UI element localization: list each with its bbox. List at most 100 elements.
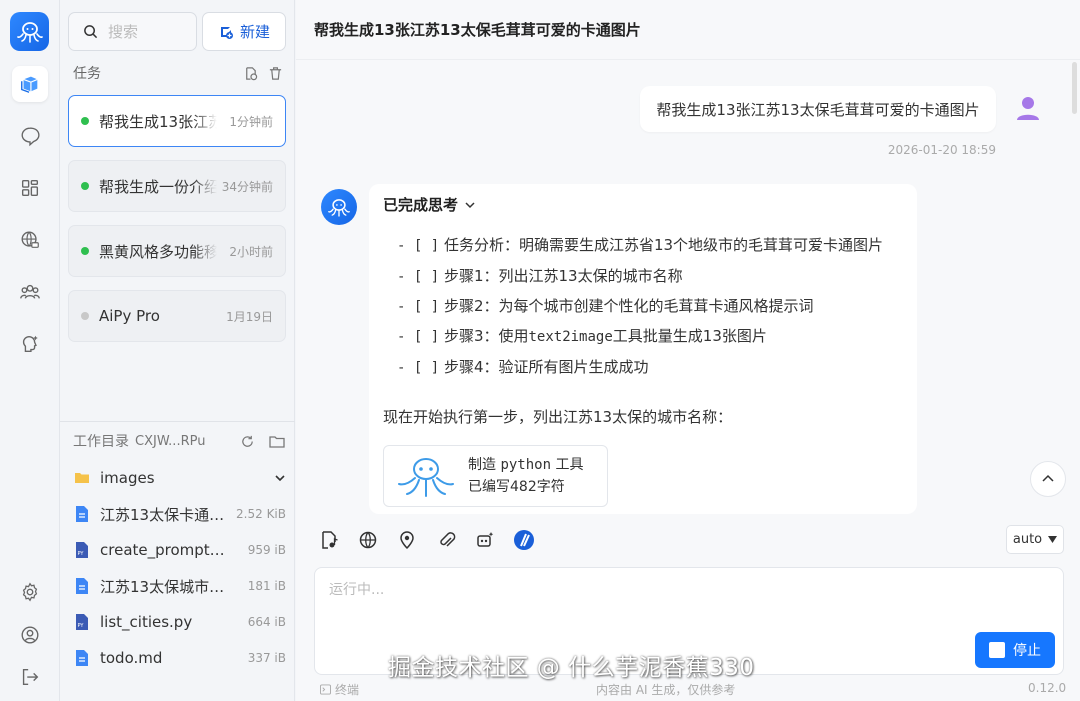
rail-chat-button[interactable]	[12, 118, 48, 154]
model-value: auto	[1012, 532, 1043, 547]
task-item[interactable]: 帮我生成一份介绍 34分钟前	[68, 160, 286, 212]
rail-browser-button[interactable]	[12, 222, 48, 258]
todo-item: - [ ] 任务分析：明确需要生成江苏省13个地级市的毛茸茸可爱卡通图片	[397, 234, 883, 255]
terminal-icon	[320, 684, 331, 695]
task-time: 2小时前	[229, 244, 273, 259]
file-item[interactable]: PY create_prompts.py 959 iB	[74, 538, 286, 562]
tool-line-suffix: 工具	[555, 457, 584, 473]
account-button[interactable]	[18, 623, 42, 647]
tool-card[interactable]: 制造 python 工具 已编写482字符	[383, 445, 608, 507]
status-dot	[81, 247, 89, 255]
file-name: create_prompts.py	[100, 541, 230, 559]
search-placeholder: 搜索	[108, 23, 139, 41]
search-input[interactable]: 搜索	[68, 12, 197, 51]
task-import-icon[interactable]	[243, 66, 258, 81]
chat-bubble-icon	[21, 127, 40, 147]
assistant-message: 已完成思考 - [ ] 任务分析：明确需要生成江苏省13个地级市的毛茸茸可爱卡通…	[369, 184, 917, 514]
ai-tools-button[interactable]	[474, 529, 496, 551]
cube-stack-icon	[21, 76, 38, 93]
stop-icon	[989, 642, 1005, 658]
file-item[interactable]: 江苏13太保城市列表.md 181 iB	[74, 574, 286, 598]
svg-text:PY: PY	[78, 623, 85, 629]
workdir-label: 工作目录	[73, 434, 129, 450]
settings-button[interactable]	[18, 580, 42, 604]
globe-icon	[359, 531, 377, 549]
file-size: 664 iB	[247, 615, 286, 629]
folder-icon	[75, 473, 89, 483]
logout-button[interactable]	[18, 665, 42, 689]
task-name: AiPy Pro	[99, 307, 160, 325]
workdir-divider	[60, 421, 295, 422]
terminal-toggle[interactable]: 终端	[320, 681, 359, 698]
terminal-label: 终端	[335, 683, 360, 697]
todo-checkbox: - [ ]	[397, 299, 440, 315]
brand-slash-icon	[514, 530, 534, 550]
file-size: 959 iB	[247, 543, 286, 557]
todo-item: - [ ] 步骤2：为每个城市创建个性化的毛茸茸卡通风格提示词	[397, 295, 813, 316]
todo-code: text2image	[528, 329, 613, 345]
chat-main: 帮我生成13张江苏13太保毛茸茸可爱的卡通图片 帮我生成13张江苏13太保毛茸茸…	[296, 0, 1080, 701]
thinking-label: 已完成思考	[383, 196, 459, 214]
app-logo[interactable]	[10, 12, 49, 51]
todo-text: 工具批量生成13张图片	[612, 327, 767, 345]
model-select[interactable]: auto	[1006, 525, 1064, 554]
task-name: 黑黄风格多功能移动	[99, 242, 217, 261]
map-pin-icon	[400, 531, 414, 550]
rail-apps-button[interactable]	[12, 170, 48, 206]
logout-icon	[22, 668, 39, 686]
search-icon	[84, 25, 98, 39]
new-chat-icon	[220, 26, 233, 39]
gear-icon	[22, 582, 38, 602]
python-file-icon: PY	[76, 542, 88, 558]
thinking-toggle[interactable]: 已完成思考	[383, 194, 476, 215]
user-message: 帮我生成13张江苏13太保毛茸茸可爱的卡通图片	[640, 86, 996, 132]
rail-tasks-button[interactable]	[12, 66, 48, 102]
task-item[interactable]: 黑黄风格多功能移动 2小时前	[68, 225, 286, 277]
todo-text: 任务分析：明确需要生成江苏省13个地级市的毛茸茸可爱卡通图片	[443, 236, 884, 254]
chat-title: 帮我生成13张江苏13太保毛茸茸可爱的卡通图片	[296, 0, 1080, 60]
status-dot	[81, 312, 89, 320]
watermark: 掘金技术社区 @ 什么芋泥香蕉330	[388, 655, 755, 681]
folder-open-icon[interactable]	[269, 434, 285, 449]
new-task-button[interactable]: 新建	[202, 12, 286, 51]
task-time: 34分钟前	[221, 179, 273, 194]
new-task-label: 新建	[239, 23, 270, 41]
group-users-icon	[20, 284, 40, 299]
rail-team-button[interactable]	[12, 274, 48, 310]
stop-label: 停止	[1013, 643, 1041, 659]
task-time: 1分钟前	[229, 114, 273, 129]
tool-line-prefix: 制造	[468, 457, 496, 473]
file-size: 2.52 KiB	[236, 507, 286, 521]
chevron-up-icon	[1042, 474, 1054, 482]
tasks-header: 任务	[73, 62, 283, 84]
web-search-button[interactable]	[357, 529, 379, 551]
brand-tool-button[interactable]	[513, 529, 535, 551]
message-timestamp: 2026-01-20 18:59	[887, 143, 996, 157]
file-music-button[interactable]	[318, 529, 340, 551]
refresh-icon[interactable]	[240, 434, 255, 449]
file-item[interactable]: todo.md 337 iB	[74, 646, 286, 670]
file-item[interactable]: PY list_cities.py 664 iB	[74, 610, 286, 634]
scrollbar[interactable]	[1072, 62, 1077, 114]
status-dot	[81, 117, 89, 125]
todo-text: 步骤2：为每个城市创建个性化的毛茸茸卡通风格提示词	[443, 297, 814, 315]
task-item[interactable]: 帮我生成13张江苏13太保毛茸茸可爱的卡通图片 1分钟前	[68, 95, 286, 147]
task-item[interactable]: AiPy Pro 1月19日	[68, 290, 286, 342]
file-item[interactable]: 江苏13太保卡通图片生成说明.md 2.52 KiB	[74, 502, 286, 526]
file-name: list_cities.py	[100, 613, 193, 631]
svg-text:PY: PY	[78, 551, 85, 557]
file-name: images	[100, 469, 155, 487]
todo-checkbox: - [ ]	[397, 269, 440, 285]
location-button[interactable]	[396, 529, 418, 551]
file-media-icon	[322, 531, 338, 549]
attach-button[interactable]	[435, 529, 457, 551]
stop-button[interactable]: 停止	[975, 632, 1055, 668]
file-item[interactable]: images	[74, 466, 286, 490]
todo-text: 步骤4：验证所有图片生成成功	[443, 358, 649, 376]
trash-icon[interactable]	[268, 66, 283, 81]
rail-agent-button[interactable]	[12, 326, 48, 362]
app-rail	[0, 0, 60, 701]
todo-checkbox: - [ ]	[397, 360, 440, 376]
chevron-down-icon[interactable]	[274, 472, 286, 484]
scroll-to-top-button[interactable]	[1030, 461, 1066, 497]
